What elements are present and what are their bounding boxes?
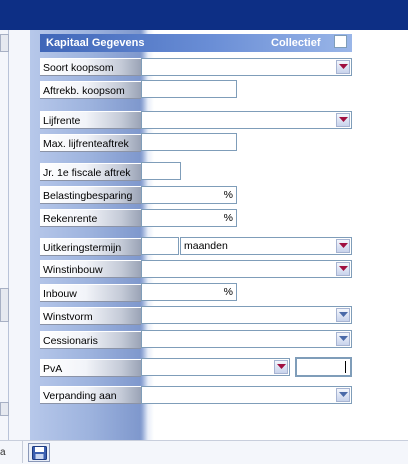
- text-cursor: [345, 361, 346, 373]
- chevron-down-icon[interactable]: [336, 332, 350, 346]
- floppy-disk-icon: [32, 446, 47, 460]
- uitkeringstermijn-unit-value: maanden: [184, 240, 228, 252]
- label-jr-fiscale-aftrek: Jr. 1e fiscale aftrek: [40, 163, 141, 181]
- collectief-checkbox[interactable]: [334, 35, 347, 48]
- chevron-down-icon[interactable]: [336, 388, 350, 402]
- label-verpanding-aan: Verpanding aan: [40, 386, 141, 404]
- soort-koopsom-select[interactable]: [141, 58, 352, 76]
- label-inbouw: Inbouw: [40, 284, 141, 302]
- percent-suffix: %: [223, 286, 233, 298]
- jr-fiscale-aftrek-input[interactable]: [141, 162, 181, 180]
- inbouw-input[interactable]: %: [141, 283, 237, 301]
- left-panel-tab[interactable]: [0, 34, 9, 52]
- winstinbouw-select[interactable]: [141, 260, 352, 278]
- label-winstinbouw: Winstinbouw: [40, 260, 141, 278]
- pva-extra-input[interactable]: [295, 357, 352, 377]
- aftrekb-koopsom-input[interactable]: [141, 80, 237, 98]
- save-button[interactable]: [28, 443, 50, 462]
- label-cessionaris: Cessionaris: [40, 331, 141, 349]
- chevron-down-icon[interactable]: [336, 262, 350, 276]
- bottom-toolbar: [0, 440, 408, 464]
- window-top-bar: [0, 0, 408, 30]
- rekenrente-input[interactable]: %: [141, 209, 237, 227]
- label-uitkeringstermijn: Uitkeringstermijn: [40, 238, 141, 256]
- left-panel-tab[interactable]: [0, 288, 9, 322]
- label-belastingbesparing: Belastingbesparing: [40, 186, 141, 204]
- cessionaris-select[interactable]: [141, 330, 352, 348]
- label-winstvorm: Winstvorm: [40, 307, 141, 325]
- label-rekenrente: Rekenrente: [40, 209, 141, 227]
- label-soort-koopsom: Soort koopsom: [40, 58, 141, 76]
- corner-text: a: [0, 447, 6, 458]
- belastingbesparing-input[interactable]: %: [141, 186, 237, 204]
- max-lijfrenteaftrek-input[interactable]: [141, 133, 237, 151]
- left-panel-tab[interactable]: [0, 402, 9, 416]
- chevron-down-icon[interactable]: [274, 360, 288, 374]
- left-side-panel-edge: [0, 30, 9, 440]
- lijfrente-select[interactable]: [141, 111, 352, 129]
- label-lijfrente: Lijfrente: [40, 111, 141, 129]
- uitkeringstermijn-unit-select[interactable]: maanden: [180, 237, 352, 255]
- chevron-down-icon[interactable]: [336, 60, 350, 74]
- label-max-lijfrenteaftrek: Max. lijfrenteaftrek: [40, 134, 141, 152]
- chevron-down-icon[interactable]: [336, 113, 350, 127]
- winstvorm-select[interactable]: [141, 306, 352, 324]
- label-aftrekb-koopsom: Aftrekb. koopsom: [40, 81, 141, 99]
- collectief-label: Collectief: [271, 37, 321, 49]
- label-pva: PvA: [40, 359, 141, 377]
- panel-title: Kapitaal Gegevens: [46, 37, 145, 49]
- verpanding-aan-select[interactable]: [141, 386, 352, 404]
- percent-suffix: %: [223, 212, 233, 224]
- chevron-down-icon[interactable]: [336, 239, 350, 253]
- chevron-down-icon[interactable]: [336, 308, 350, 322]
- pva-select[interactable]: [141, 358, 290, 376]
- percent-suffix: %: [223, 189, 233, 201]
- uitkeringstermijn-input[interactable]: [141, 237, 179, 255]
- toolbar-divider: [22, 441, 23, 463]
